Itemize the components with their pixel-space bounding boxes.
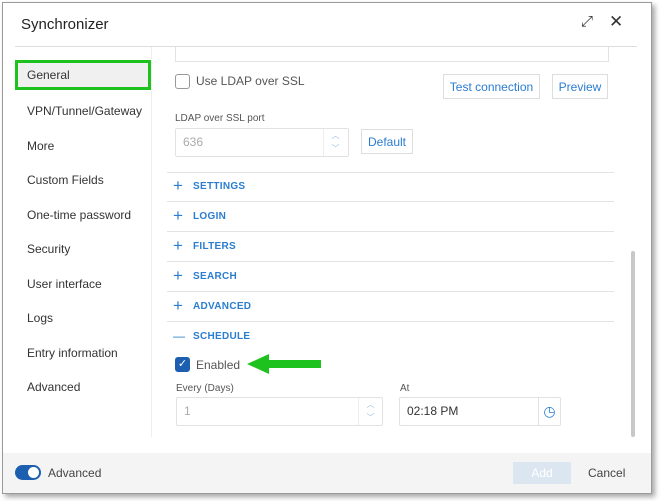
ssl-port-value: 636 — [183, 135, 204, 149]
sidebar-item-advanced[interactable]: Advanced — [15, 372, 151, 402]
sidebar-item-custom-fields[interactable]: Custom Fields — [15, 165, 151, 195]
every-days-input[interactable]: 1 — [176, 397, 383, 426]
advanced-toggle[interactable] — [15, 465, 41, 480]
preview-button[interactable]: Preview — [552, 74, 608, 99]
section-advanced[interactable]: + ADVANCED — [167, 292, 614, 322]
sidebar-item-vpn[interactable]: VPN/Tunnel/Gateway — [15, 96, 151, 126]
advanced-toggle-label: Advanced — [48, 466, 102, 480]
section-login[interactable]: + LOGIN — [167, 202, 614, 232]
sidebar-item-more[interactable]: More — [15, 131, 151, 161]
add-button[interactable]: Add — [513, 462, 571, 484]
section-schedule[interactable]: — SCHEDULE — [167, 322, 614, 352]
sidebar-item-user-interface[interactable]: User interface — [15, 269, 151, 299]
at-label: At — [400, 383, 410, 394]
plus-icon: + — [173, 206, 183, 225]
test-connection-button[interactable]: Test connection — [443, 74, 540, 99]
sidebar-item-general[interactable]: General — [15, 60, 151, 90]
use-ldap-ssl-label: Use LDAP over SSL — [196, 74, 305, 88]
enabled-checkbox[interactable]: ✓ — [175, 357, 190, 372]
expand-icon[interactable]: ⤢ — [581, 13, 593, 30]
use-ldap-ssl-checkbox[interactable] — [175, 74, 190, 89]
plus-icon: + — [173, 296, 183, 315]
every-days-stepper[interactable]: ︿ ﹀ — [358, 398, 382, 425]
sidebar-item-otp[interactable]: One-time password — [15, 200, 151, 230]
synchronizer-dialog: Synchronizer ⤢ ✕ General VPN/Tunnel/Gate… — [2, 2, 652, 494]
plus-icon: + — [173, 266, 183, 285]
dialog-title: Synchronizer — [21, 16, 109, 33]
minus-icon: — — [173, 329, 185, 343]
sidebar-item-logs[interactable]: Logs — [15, 303, 151, 333]
section-label: SETTINGS — [193, 181, 246, 192]
ssl-port-label: LDAP over SSL port — [175, 113, 265, 124]
at-time-value: 02:18 PM — [407, 404, 459, 418]
section-filters[interactable]: + FILTERS — [167, 232, 614, 262]
every-days-label: Every (Days) — [176, 383, 234, 394]
section-settings[interactable]: + SETTINGS — [167, 172, 614, 202]
scrollbar[interactable] — [631, 251, 635, 437]
field-above-cut[interactable] — [175, 47, 609, 62]
every-days-value: 1 — [184, 404, 191, 418]
close-icon[interactable]: ✕ — [609, 12, 623, 32]
section-label: LOGIN — [193, 211, 227, 222]
at-time-input[interactable]: 02:18 PM — [399, 397, 561, 426]
ssl-port-stepper[interactable]: ︿ ﹀ — [323, 129, 347, 156]
cancel-button[interactable]: Cancel — [588, 466, 625, 480]
section-label: FILTERS — [193, 241, 237, 252]
sidebar-item-entry-information[interactable]: Entry information — [15, 338, 151, 368]
plus-icon: + — [173, 236, 183, 255]
section-label: SEARCH — [193, 271, 238, 282]
plus-icon: + — [173, 176, 183, 195]
default-button[interactable]: Default — [361, 129, 413, 154]
green-arrow-annotation — [247, 354, 321, 374]
section-search[interactable]: + SEARCH — [167, 262, 614, 292]
section-label: SCHEDULE — [193, 331, 251, 342]
section-label: ADVANCED — [193, 301, 252, 312]
clock-icon[interactable]: ◷ — [538, 398, 560, 425]
sidebar-divider — [151, 47, 152, 437]
sidebar-item-security[interactable]: Security — [15, 234, 151, 264]
footer: Advanced Add Cancel — [3, 453, 651, 493]
enabled-label: Enabled — [196, 358, 241, 372]
